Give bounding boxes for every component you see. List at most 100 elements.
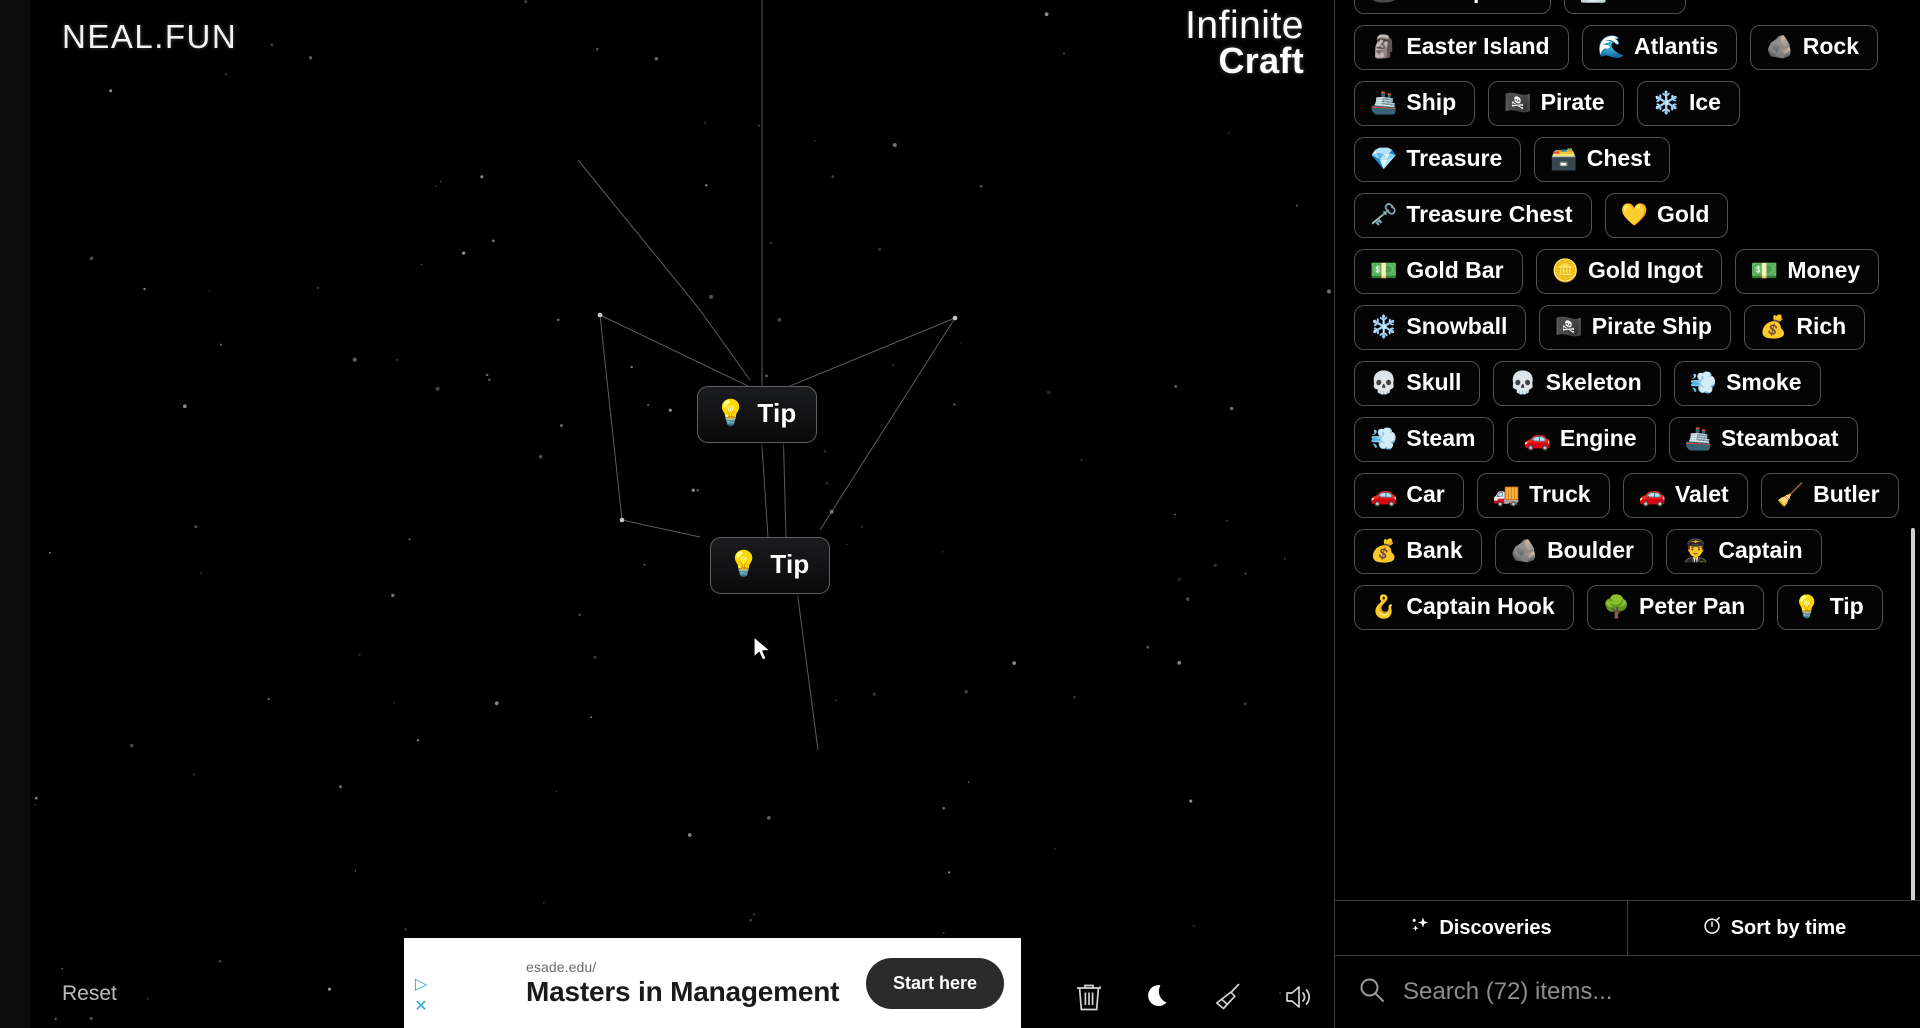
trash-icon[interactable] (1072, 980, 1106, 1014)
element-label: Gold (1657, 201, 1710, 227)
element-label: Valet (1674, 481, 1729, 507)
element-label: Engine (1559, 425, 1637, 451)
element-emoji-icon: 🚚 (1492, 481, 1521, 507)
tab-sort-by-time[interactable]: Sort by time (1627, 901, 1920, 955)
stopwatch-icon (1702, 915, 1722, 941)
element-item[interactable]: 💀 Skull (1354, 361, 1481, 406)
adchoices-controls[interactable]: ▷ ✕ (404, 938, 438, 1028)
canvas-node-emoji-icon: 💡 (715, 399, 747, 427)
moon-icon[interactable] (1142, 980, 1176, 1014)
element-emoji-icon: ❄️ (1652, 89, 1680, 115)
element-emoji-icon: 💨 (1689, 369, 1718, 395)
canvas-node[interactable]: 💡 Tip (710, 537, 831, 594)
element-item[interactable]: 💛 Gold (1604, 193, 1729, 238)
element-label: Dust (1616, 0, 1667, 2)
ad-banner[interactable]: ▷ ✕ esade.edu/ Masters in Management Sta… (404, 938, 1021, 1028)
element-item[interactable]: 💰 Bank (1354, 529, 1482, 574)
sidebar-scrollbar-thumb[interactable] (1911, 528, 1915, 900)
element-emoji-icon: 🧹 (1776, 481, 1805, 507)
element-item[interactable]: 🗿 Easter Island (1354, 25, 1569, 70)
element-label: Ice (1689, 89, 1721, 115)
element-item[interactable]: 💵 Gold Bar (1354, 249, 1523, 294)
element-item[interactable]: 🌳 Peter Pan (1586, 585, 1765, 630)
crafting-connection-lines (577, 0, 958, 751)
element-item[interactable]: 🚢 Steamboat (1668, 417, 1858, 462)
element-label: Smoke (1726, 369, 1802, 395)
ad-close-icon[interactable]: ✕ (414, 999, 427, 1015)
element-item[interactable]: 🏴‍☠️ Pirate (1488, 81, 1624, 126)
sparkle-icon (1410, 915, 1430, 941)
element-emoji-icon: 💰 (1759, 313, 1788, 339)
element-emoji-icon: 👨‍✈️ (1681, 537, 1710, 563)
element-item[interactable]: 👨‍✈️ Captain (1665, 529, 1822, 574)
element-item[interactable]: 🚗 Engine (1507, 417, 1656, 462)
element-label: Butler (1813, 481, 1880, 507)
craft-canvas[interactable]: NEAL.FUN Infinite Craft 💡 Tip 💡 Tip ▷ ✕ esa… (0, 0, 1334, 1028)
adchoices-triangle-icon[interactable]: ▷ (415, 977, 427, 993)
element-emoji-icon: 🏴‍☠️ (1555, 313, 1583, 339)
element-label: Skeleton (1545, 369, 1642, 395)
element-emoji-icon: ❄️ (1370, 313, 1398, 339)
elements-scroll-area[interactable]: 🌋 Earthquake 🌫️ Dust 🗿 Easter Island 🌊 Atlantis… (1335, 0, 1920, 900)
reset-button[interactable]: Reset (62, 982, 117, 1006)
element-item[interactable]: 🚗 Valet (1622, 473, 1748, 518)
canvas-node-label: Tip (770, 549, 810, 579)
element-item[interactable]: ❄️ Ice (1636, 81, 1740, 126)
mouse-cursor (753, 636, 771, 661)
sidebar-scrollbar-track[interactable] (1909, 0, 1917, 900)
element-item[interactable]: 🪨 Rock (1750, 25, 1878, 70)
element-item[interactable]: 💨 Steam (1354, 417, 1495, 462)
element-label: Ship (1406, 89, 1457, 115)
element-label: Peter Pan (1639, 593, 1746, 619)
element-item[interactable]: 🪙 Gold Ingot (1535, 249, 1722, 294)
element-item[interactable]: 🧹 Butler (1760, 473, 1899, 518)
element-item[interactable]: 🚢 Ship (1354, 81, 1476, 126)
neal-fun-logo[interactable]: NEAL.FUN (62, 18, 237, 56)
element-label: Steamboat (1720, 425, 1839, 451)
element-item[interactable]: 🌊 Atlantis (1581, 25, 1738, 70)
ad-url: esade.edu/ (526, 958, 597, 975)
element-item[interactable]: 🚗 Car (1354, 473, 1464, 518)
element-item[interactable]: 🌋 Earthquake (1354, 0, 1551, 14)
element-label: Treasure (1406, 145, 1503, 171)
starfield-decoration (13, 0, 1332, 1025)
element-emoji-icon: 🪙 (1551, 257, 1579, 283)
element-label: Easter Island (1406, 33, 1550, 59)
element-item[interactable]: 💎 Treasure (1354, 137, 1522, 182)
search-icon (1357, 975, 1387, 1010)
element-label: Tip (1829, 593, 1864, 619)
element-label: Rock (1802, 33, 1859, 59)
element-emoji-icon: 🚗 (1523, 425, 1551, 451)
element-label: Treasure Chest (1406, 201, 1573, 227)
element-item[interactable]: ❄️ Snowball (1354, 305, 1527, 350)
element-emoji-icon: 💵 (1370, 257, 1398, 283)
element-label: Earthquake (1406, 0, 1531, 2)
speaker-icon[interactable] (1282, 980, 1316, 1014)
element-label: Atlantis (1634, 33, 1719, 59)
element-label: Money (1787, 257, 1861, 283)
infinite-craft-app: NEAL.FUN Infinite Craft 💡 Tip 💡 Tip ▷ ✕ esa… (0, 0, 1920, 1028)
canvas-node-emoji-icon: 💡 (728, 550, 760, 578)
element-item[interactable]: 💡 Tip (1777, 585, 1883, 630)
element-emoji-icon: 💡 (1793, 593, 1821, 619)
element-item[interactable]: 🗃️ Chest (1534, 137, 1670, 182)
element-item[interactable]: 🗝️ Treasure Chest (1354, 193, 1592, 238)
element-label: Gold Ingot (1587, 257, 1703, 283)
element-item[interactable]: 🪨 Boulder (1494, 529, 1653, 574)
tab-discoveries[interactable]: Discoveries (1335, 901, 1627, 955)
search-bar[interactable] (1335, 956, 1920, 1028)
element-item[interactable]: 🏴‍☠️ Pirate Ship (1539, 305, 1731, 350)
element-item[interactable]: 🚚 Truck (1476, 473, 1610, 518)
element-item[interactable]: 💵 Money (1734, 249, 1880, 294)
element-item[interactable]: 💰 Rich (1743, 305, 1866, 350)
element-label: Pirate Ship (1591, 313, 1712, 339)
broom-icon[interactable] (1212, 980, 1246, 1014)
search-input[interactable] (1403, 978, 1920, 1006)
canvas-node[interactable]: 💡 Tip (697, 386, 818, 443)
element-item[interactable]: 💨 Smoke (1673, 361, 1821, 406)
element-item[interactable]: 🪝 Captain Hook (1354, 585, 1574, 630)
element-label: Captain (1718, 537, 1803, 563)
element-item[interactable]: 💀 Skeleton (1493, 361, 1661, 406)
element-item[interactable]: 🌫️ Dust (1563, 0, 1687, 14)
ad-cta-button[interactable]: Start here (865, 957, 1004, 1009)
